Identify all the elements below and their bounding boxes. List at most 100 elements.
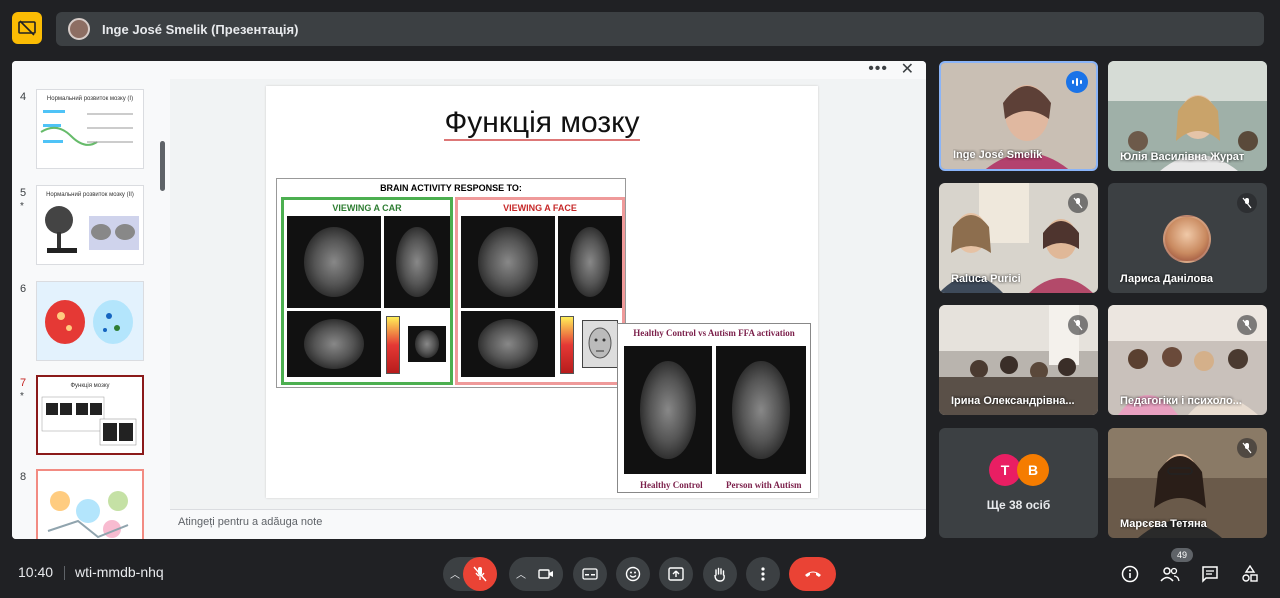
meeting-details-button[interactable] <box>1118 562 1142 586</box>
participant-tile[interactable]: Лариса Данілова <box>1108 183 1267 293</box>
close-icon[interactable]: ✕ <box>901 61 914 79</box>
mri-scan <box>287 311 381 377</box>
presentation-panel: ••• ✕ 4 Нормальний розвиток мозку (I) 5 … <box>12 61 926 539</box>
chevron-up-icon[interactable]: ︿ <box>450 566 460 581</box>
thumbnail-number: 5 <box>20 187 27 199</box>
thumbnail-slide-5[interactable]: Нормальний розвиток мозку (II) <box>36 185 144 265</box>
brain-activity-figure: BRAIN ACTIVITY RESPONSE TO: VIEWING A CA… <box>276 178 626 388</box>
control-bar: 10:40 wti-mmdb-nhq ︿ ︿ 49 <box>0 548 1280 598</box>
participant-tile[interactable]: Марєєва Тетяна <box>1108 428 1267 538</box>
captions-button[interactable] <box>573 557 607 591</box>
mic-off-icon <box>1068 193 1088 213</box>
info-icon <box>1121 565 1139 583</box>
thumbnail-star: * <box>20 201 24 212</box>
meet-window: Inge José Smelik (Презентація) ••• ✕ 4 Н… <box>0 0 1280 598</box>
mri-scan <box>461 216 555 308</box>
activities-button[interactable] <box>1238 562 1262 586</box>
participant-count-badge: 49 <box>1171 548 1193 562</box>
more-vert-icon <box>761 567 765 581</box>
more-options-button[interactable] <box>746 557 780 591</box>
mic-off-icon <box>1237 438 1257 458</box>
emoji-icon <box>625 566 641 582</box>
raise-hand-button[interactable] <box>703 557 737 591</box>
thumbnail-slide-7[interactable]: Функція мозку <box>36 375 144 455</box>
participant-name: Юлія Василівна Журат <box>1120 151 1245 163</box>
speaker-notes-field[interactable]: Atingeți pentru a adăuga note <box>170 509 926 539</box>
autism-figure-header: Healthy Control vs Autism FFA activation <box>633 328 795 338</box>
participant-name: Inge José Smelik <box>953 149 1043 161</box>
presenter-label: Inge José Smelik (Презентація) <box>102 21 299 37</box>
participant-name: Raluca Purici <box>951 273 1021 285</box>
mri-scan <box>384 216 450 308</box>
stop-presenting-icon[interactable] <box>12 12 42 44</box>
chat-button[interactable] <box>1198 562 1222 586</box>
viewing-face-panel: VIEWING A FACE <box>455 197 625 385</box>
more-options-icon[interactable]: ••• <box>868 61 888 78</box>
thumbnail-slide-4[interactable]: Нормальний розвиток мозку (I) <box>36 89 144 169</box>
other-participant-avatar: B <box>1017 454 1049 486</box>
participant-name: Лариса Данілова <box>1120 273 1213 285</box>
present-icon <box>668 567 684 581</box>
color-scale-bar <box>560 316 574 374</box>
thumbnail-number: 7 <box>20 377 27 389</box>
slide-thumbnails: 4 Нормальний розвиток мозку (I) 5 * Норм… <box>12 79 170 539</box>
others-count-label: Ще 38 осіб <box>986 498 1051 512</box>
clock: 10:40 <box>18 564 54 580</box>
car-image <box>408 326 446 362</box>
viewing-car-panel: VIEWING A CAR <box>281 197 453 385</box>
participant-tile[interactable]: Юлія Василівна Журат <box>1108 61 1267 171</box>
main-slide: Функція мозку BRAIN ACTIVITY RESPONSE TO… <box>266 86 818 498</box>
thumbnail-number: 4 <box>20 91 27 103</box>
meeting-code: wti-mmdb-nhq <box>75 564 164 580</box>
thumbnail-number: 8 <box>20 471 27 483</box>
presentation-toolbar: ••• ✕ <box>12 61 926 79</box>
participant-name: Педагогіки і психоло... <box>1120 395 1242 407</box>
mic-off-icon <box>1237 193 1257 213</box>
thumbnail-slide-8[interactable] <box>36 469 144 539</box>
camera-icon <box>538 569 553 579</box>
participant-name: Ірина Олександрівна... <box>951 395 1075 407</box>
slide-title: Функція мозку <box>266 106 818 141</box>
face-image <box>582 320 618 368</box>
people-button[interactable] <box>1158 562 1182 586</box>
hang-up-icon <box>804 571 821 577</box>
activities-icon <box>1242 565 1258 582</box>
thumbnail-star: * <box>20 391 24 402</box>
mri-scan-control <box>624 346 712 474</box>
leave-call-button[interactable] <box>789 557 836 591</box>
camera-button[interactable] <box>529 557 563 591</box>
people-icon <box>1160 567 1180 582</box>
presenter-avatar <box>68 18 90 40</box>
mri-scan <box>558 216 622 308</box>
chevron-up-icon[interactable]: ︿ <box>516 566 526 581</box>
speaking-indicator-icon <box>1066 71 1088 93</box>
chat-icon <box>1202 566 1218 583</box>
mic-off-icon <box>1237 315 1257 335</box>
mic-off-icon <box>1068 315 1088 335</box>
captions-icon <box>582 568 598 580</box>
participant-tile[interactable]: Inge José Smelik <box>939 61 1098 171</box>
hand-icon <box>714 567 725 582</box>
thumbnail-slide-6[interactable] <box>36 281 144 361</box>
participant-name: Марєєва Тетяна <box>1120 518 1207 530</box>
participant-tile[interactable]: Raluca Purici <box>939 183 1098 293</box>
mri-scan-autism <box>716 346 806 474</box>
caption-healthy-control: Healthy Control <box>640 480 703 490</box>
viewing-car-label: VIEWING A CAR <box>332 203 402 213</box>
slide-title-text: Функція мозку <box>444 106 640 141</box>
viewing-face-label: VIEWING A FACE <box>503 203 577 213</box>
color-scale-bar <box>386 316 400 374</box>
mic-off-button[interactable] <box>463 557 497 591</box>
participant-tile[interactable]: Ірина Олександрівна... <box>939 305 1098 415</box>
caption-person-with-autism: Person with Autism <box>726 480 802 490</box>
others-tile[interactable]: T B Ще 38 осіб <box>939 428 1098 538</box>
thumbnails-scrollbar[interactable] <box>160 141 165 191</box>
reactions-button[interactable] <box>616 557 650 591</box>
present-screen-button[interactable] <box>659 557 693 591</box>
brain-activity-header: BRAIN ACTIVITY RESPONSE TO: <box>380 183 522 193</box>
participant-tile[interactable]: Педагогіки і психоло... <box>1108 305 1267 415</box>
participant-avatar <box>1163 215 1211 263</box>
divider <box>64 566 65 580</box>
presenter-bar: Inge José Smelik (Презентація) <box>56 12 1264 46</box>
autism-ffa-figure: Healthy Control vs Autism FFA activation… <box>617 323 811 493</box>
